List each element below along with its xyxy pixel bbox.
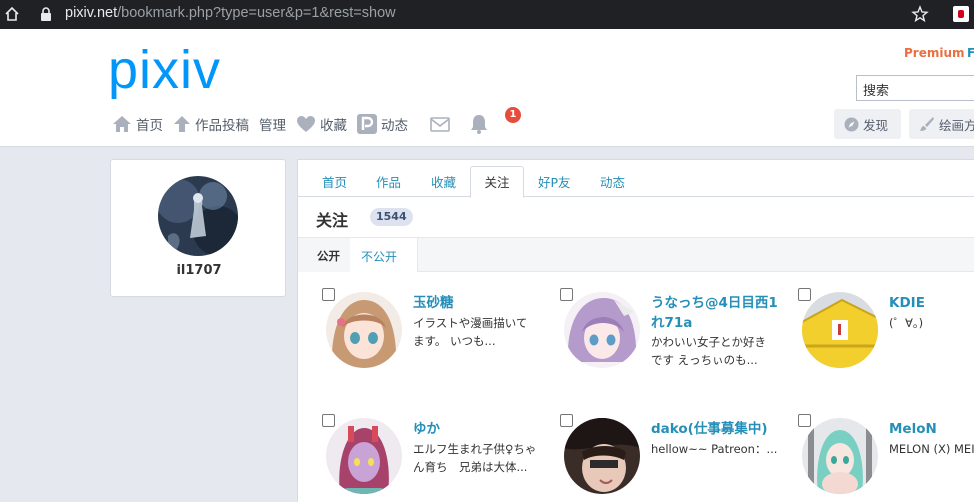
notification-badge[interactable]: 1: [505, 107, 521, 123]
user-avatar[interactable]: [326, 292, 402, 368]
select-checkbox[interactable]: [798, 414, 811, 427]
user-name-link[interactable]: KDIE: [889, 293, 974, 313]
user-avatar[interactable]: [564, 418, 640, 494]
user-description: イラストや漫画描いて ます。 いつも...: [413, 316, 528, 348]
url-text[interactable]: pixiv.net/bookmark.php?type=user&p=1&res…: [65, 5, 396, 21]
select-checkbox[interactable]: [798, 288, 811, 301]
home-icon: [113, 116, 131, 132]
nav-manage[interactable]: 管理: [259, 114, 286, 134]
user-name-link[interactable]: ゆか: [413, 419, 563, 439]
tab-works[interactable]: 作品: [376, 172, 401, 191]
select-checkbox[interactable]: [560, 288, 573, 301]
heart-icon: [297, 116, 315, 132]
tab-following[interactable]: 关注: [470, 166, 524, 198]
extension-icon[interactable]: [953, 6, 969, 22]
select-checkbox[interactable]: [322, 414, 335, 427]
user-card: KDIE (゜∀。): [798, 288, 974, 378]
bookmark-star-icon[interactable]: [911, 5, 929, 23]
user-avatar[interactable]: [564, 292, 640, 368]
visibility-tabs: 公开 不公开: [298, 237, 974, 272]
subtab-public[interactable]: 公开: [298, 238, 350, 272]
user-card: うなっち@4日目西1 れ71a かわいい女子とか好き です えっちぃのも...: [560, 288, 800, 378]
tab-bookmarks[interactable]: 收藏: [431, 172, 456, 191]
user-name-link[interactable]: MeloN: [889, 419, 974, 439]
user-description: (゜∀。): [889, 316, 924, 330]
user-avatar[interactable]: [802, 418, 878, 494]
user-card: dako(仕事募集中) hellow~~ Patreon：...: [560, 414, 800, 502]
header-nav: 首页 作品投稿 管理 收藏 动态: [112, 112, 502, 136]
user-card: 玉砂糖 イラストや漫画描いて ます。 いつも...: [322, 288, 562, 378]
nav-upload[interactable]: 作品投稿: [173, 114, 249, 134]
pixiv-logo[interactable]: pixiv: [108, 43, 221, 97]
tab-mypixiv[interactable]: 好P友: [538, 172, 571, 191]
paint-button[interactable]: 绘画方: [909, 109, 974, 139]
nav-home[interactable]: 首页: [112, 114, 163, 134]
brush-icon: [920, 117, 934, 131]
user-card: MeloN MELON (X) MEI: [798, 414, 974, 502]
header-link-cut[interactable]: F: [967, 46, 974, 60]
site-header: pixiv Premium F 搜索 首页 作品投稿 管理 收藏 动态 1 发现…: [0, 29, 974, 147]
nav-notifications[interactable]: [470, 114, 492, 134]
premium-link[interactable]: Premium: [904, 46, 965, 60]
select-checkbox[interactable]: [560, 414, 573, 427]
bell-icon: [471, 115, 487, 134]
upload-icon: [174, 116, 190, 132]
user-name-link[interactable]: 玉砂糖: [413, 293, 563, 313]
compass-icon: [844, 117, 859, 131]
following-panel: 首页 作品 收藏 关注 好P友 动态 关注 1544 公开 不公开 玉砂糖 イラ…: [297, 159, 974, 502]
home-icon[interactable]: [4, 6, 20, 22]
lock-icon[interactable]: [40, 7, 52, 21]
nav-feed[interactable]: 动态: [357, 114, 408, 134]
user-description: MELON (X) MEI: [889, 442, 974, 456]
user-description: かわいい女子とか好き です えっちぃのも...: [651, 335, 766, 367]
tab-home[interactable]: 首页: [322, 172, 347, 191]
browser-toolbar: pixiv.net/bookmark.php?type=user&p=1&res…: [0, 0, 974, 29]
user-avatar[interactable]: [326, 418, 402, 494]
following-count-badge: 1544: [370, 208, 413, 226]
user-card: ゆか エルフ生まれ子供♀ちゃ ん育ち 兄弟は大体...: [322, 414, 562, 502]
user-description: hellow~~ Patreon：...: [651, 442, 778, 456]
tab-feed[interactable]: 动态: [600, 172, 625, 191]
profile-username[interactable]: il1707: [111, 263, 287, 278]
profile-card: il1707: [110, 159, 286, 297]
mail-icon: [430, 116, 450, 132]
page-title: 关注: [316, 211, 349, 230]
avatar[interactable]: [158, 176, 238, 256]
pixiv-p-icon: [357, 114, 377, 134]
nav-bookmarks[interactable]: 收藏: [296, 114, 347, 134]
user-description: エルフ生まれ子供♀ちゃ ん育ち 兄弟は大体...: [413, 442, 537, 474]
profile-tabs: 首页 作品 收藏 关注 好P友 动态: [298, 160, 974, 198]
nav-messages[interactable]: [430, 116, 454, 132]
subtab-private[interactable]: 不公开: [350, 238, 418, 272]
user-name-link[interactable]: dako(仕事募集中): [651, 419, 801, 439]
user-avatar[interactable]: [802, 292, 878, 368]
user-name-link[interactable]: うなっち@4日目西1 れ71a: [651, 293, 801, 333]
search-input[interactable]: 搜索: [856, 75, 974, 101]
discover-button[interactable]: 发现: [834, 109, 901, 139]
select-checkbox[interactable]: [322, 288, 335, 301]
